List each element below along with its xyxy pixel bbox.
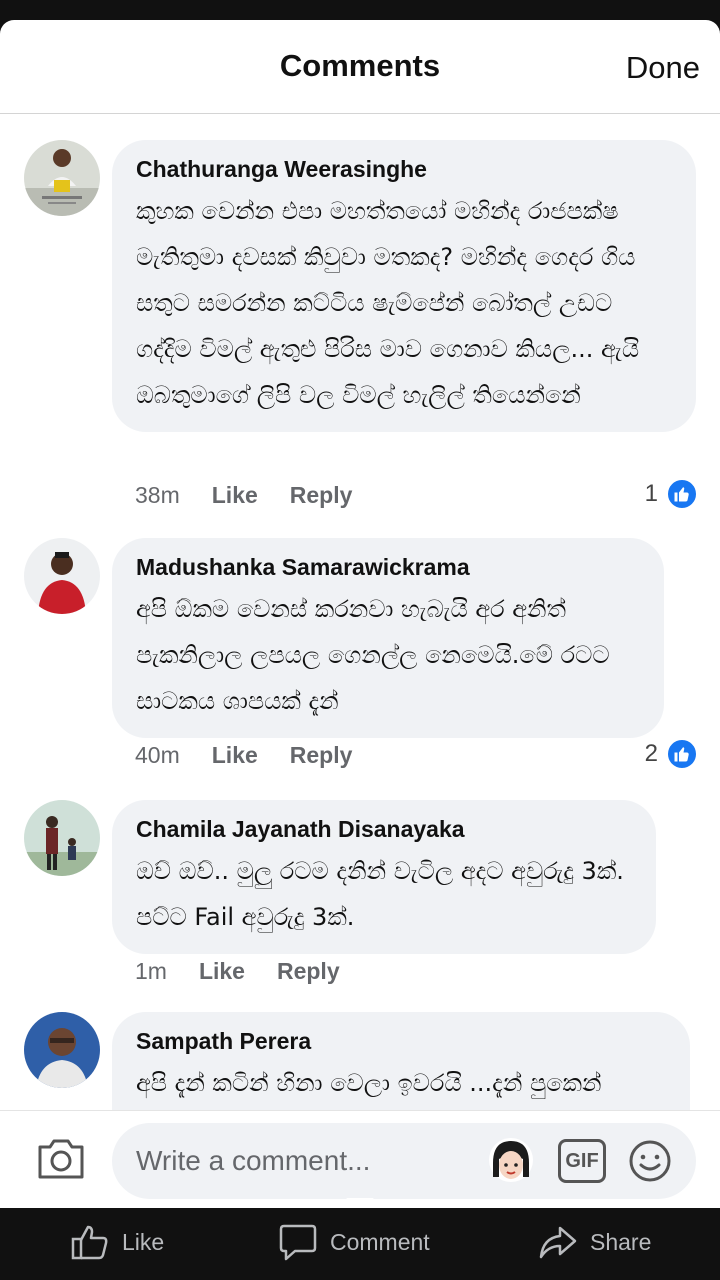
- gif-button[interactable]: GIF: [558, 1139, 606, 1183]
- comment-bubble: Chathuranga Weerasinghe කුහක වෙන්න එපා ම…: [112, 140, 696, 432]
- thumbs-up-outline-icon: [71, 1225, 108, 1260]
- comment-author[interactable]: Chamila Jayanath Disanayaka: [136, 814, 632, 844]
- comment-time: 40m: [135, 742, 180, 768]
- comment-author[interactable]: Madushanka Samarawickrama: [136, 552, 640, 582]
- avatar[interactable]: [24, 140, 100, 216]
- like-link[interactable]: Like: [212, 742, 258, 769]
- comment-action[interactable]: Comment: [278, 1222, 430, 1262]
- speech-bubble-icon: [279, 1224, 317, 1261]
- like-action[interactable]: Like: [70, 1222, 164, 1262]
- done-button[interactable]: Done: [626, 50, 700, 86]
- reply-link[interactable]: Reply: [290, 482, 353, 509]
- thumbs-up-icon: [666, 738, 698, 770]
- reaction-count[interactable]: 2: [645, 738, 698, 770]
- like-link[interactable]: Like: [199, 958, 245, 985]
- thumbs-up-icon: [666, 478, 698, 510]
- comment-text: ඔව් ඔව්.. මුලු රටම දනින් වැටිල අදට අවුරු…: [136, 857, 624, 931]
- reaction-count[interactable]: 1: [645, 478, 698, 510]
- avatar-sticker-icon[interactable]: [488, 1137, 534, 1183]
- reaction-number: 2: [644, 740, 658, 767]
- comment-time: 1m: [135, 958, 167, 984]
- like-link[interactable]: Like: [212, 482, 258, 509]
- emoji-icon[interactable]: [628, 1139, 672, 1183]
- comment-text: අපි දැන් කටින් හිනා වෙලා ඉවරයි ...දැන් ප…: [136, 1069, 602, 1097]
- comment-meta: 38m Like Reply: [135, 482, 352, 509]
- camera-icon[interactable]: [36, 1135, 86, 1181]
- avatar[interactable]: [24, 1012, 100, 1088]
- reaction-number: 1: [644, 480, 658, 507]
- comment-action-label: Comment: [330, 1228, 430, 1255]
- comment-meta: 40m Like Reply: [135, 742, 352, 769]
- avatar[interactable]: [24, 538, 100, 614]
- reply-link[interactable]: Reply: [290, 742, 353, 769]
- comments-header: Comments Done: [0, 20, 720, 114]
- avatar[interactable]: [24, 800, 100, 876]
- share-action-label: Share: [590, 1228, 652, 1255]
- comment-composer: Write a comment... GIF: [0, 1110, 720, 1208]
- comments-sheet: Comments Done Chathuranga Weerasinghe කු…: [0, 20, 720, 1208]
- comment-bubble: Chamila Jayanath Disanayaka ඔව් ඔව්.. මු…: [112, 800, 656, 954]
- reply-link[interactable]: Reply: [277, 958, 340, 985]
- comment-text: කුහක වෙන්න එපා මහත්තයෝ මහින්ද රාජපක්ෂ මැ…: [136, 197, 640, 409]
- bottom-action-bar: Like Comment Share: [0, 1208, 720, 1280]
- comment-time: 38m: [135, 482, 180, 508]
- comment-author[interactable]: Sampath Perera: [136, 1026, 666, 1056]
- comment-meta: 1m Like Reply: [135, 958, 340, 985]
- share-action[interactable]: Share: [538, 1222, 651, 1262]
- page-title: Comments: [279, 48, 441, 83]
- like-action-label: Like: [122, 1228, 165, 1255]
- comment-text: අපි ඕකම වෙනස් කරනවා හැබැයි අර අනිත් පැකන…: [136, 595, 610, 715]
- comment-author[interactable]: Chathuranga Weerasinghe: [136, 154, 672, 184]
- comment-bubble: Madushanka Samarawickrama අපි ඕකම වෙනස් …: [112, 538, 664, 738]
- comment-input-placeholder: Write a comment...: [136, 1145, 371, 1176]
- share-arrow-icon: [539, 1226, 577, 1259]
- comment-input[interactable]: Write a comment... GIF: [112, 1123, 696, 1199]
